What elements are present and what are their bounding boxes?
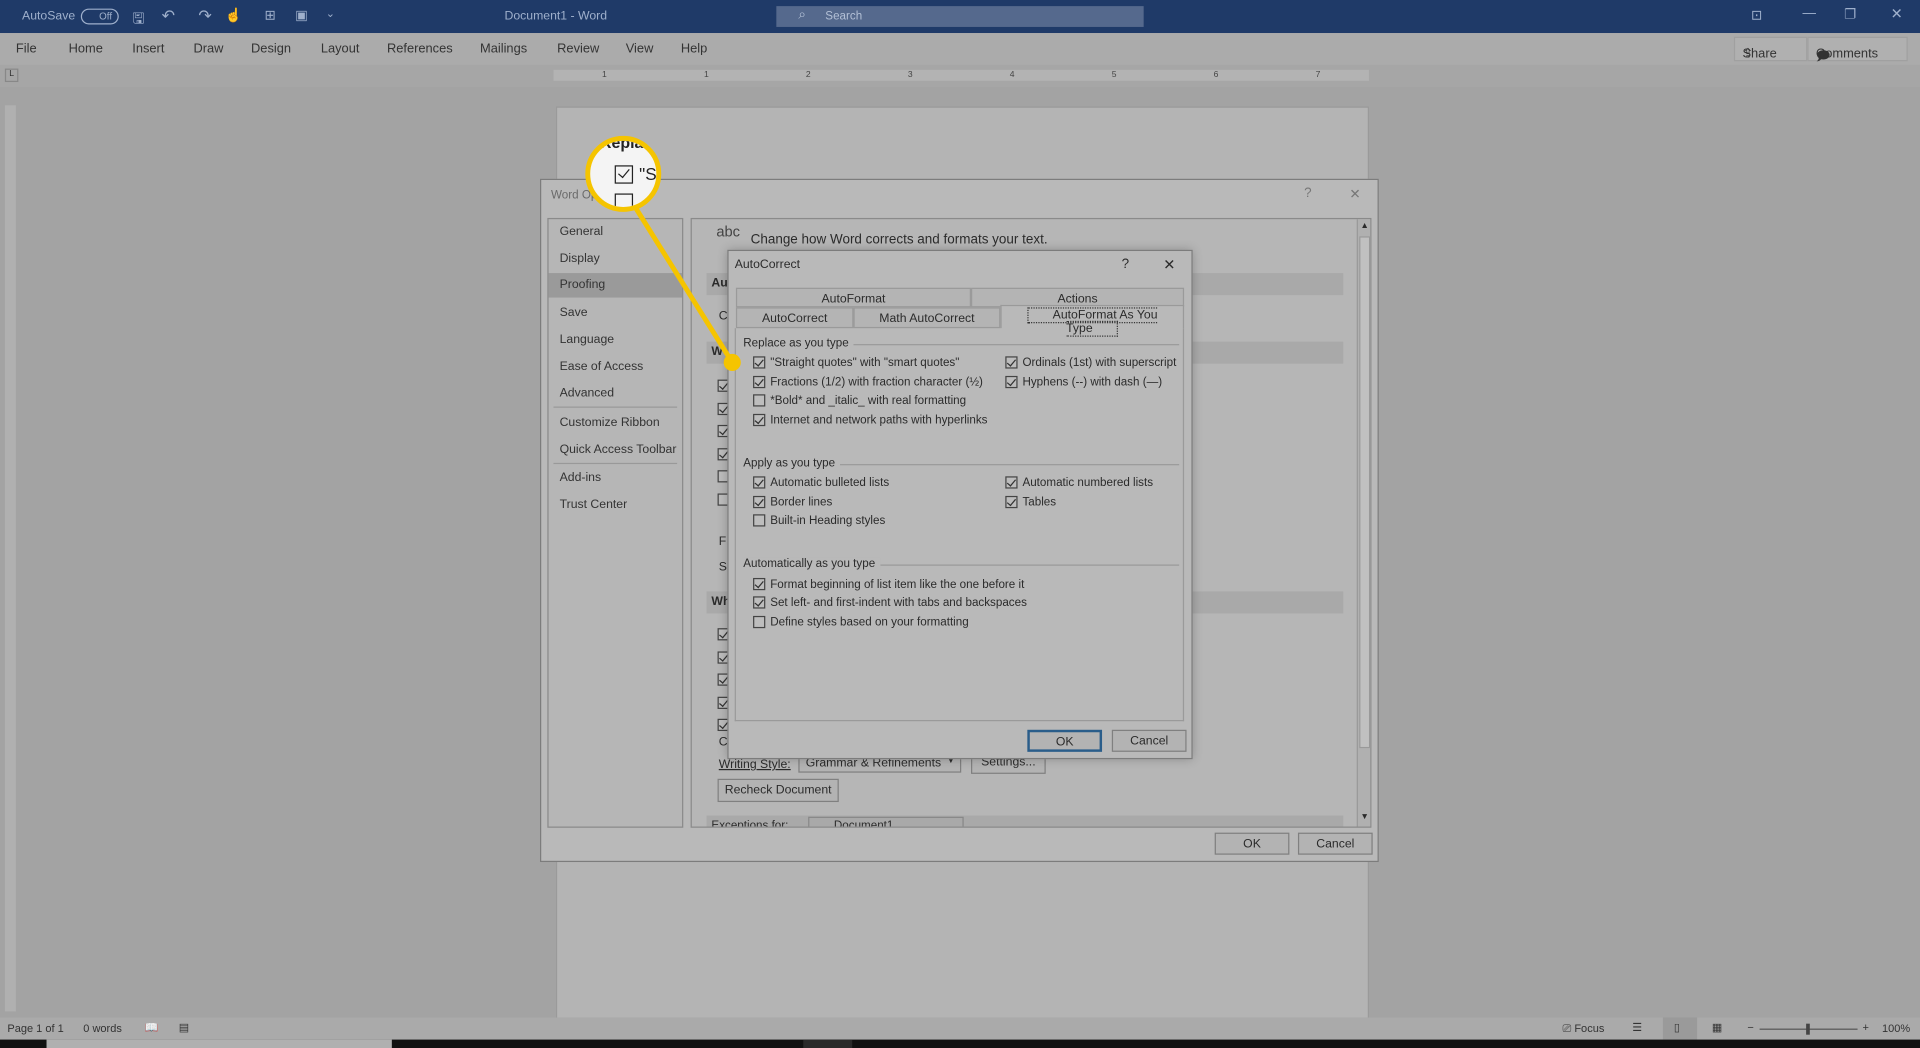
zoom-in-button[interactable]: +	[1862, 1021, 1868, 1033]
callout-checkbox-icon	[614, 165, 634, 184]
taskbar	[0, 1039, 1920, 1048]
group-title: Replace as you type	[743, 336, 854, 351]
web-layout-icon[interactable]: ▦	[1712, 1021, 1722, 1034]
macro-icon[interactable]: ▤	[179, 1021, 189, 1034]
group-title: Apply as you type	[743, 456, 841, 471]
proofing-icon[interactable]: 📖	[144, 1021, 158, 1034]
print-layout-icon[interactable]: ▯	[1662, 1017, 1698, 1040]
zoom-level[interactable]: 100%	[1882, 1022, 1910, 1034]
zoom-slider-thumb[interactable]	[1806, 1023, 1810, 1035]
callout-magnifier: Repla "S	[585, 135, 662, 212]
focus-icon: ⎚	[1562, 1022, 1575, 1035]
callout-checkbox-icon	[614, 193, 634, 207]
focus-button[interactable]: ⎚ Focus	[1562, 1022, 1604, 1035]
word-count[interactable]: 0 words	[83, 1022, 122, 1034]
taskbar-item[interactable]	[803, 1039, 853, 1048]
read-mode-icon[interactable]: ☰	[1632, 1021, 1642, 1034]
callout-line	[632, 204, 741, 372]
focus-label: Focus	[1574, 1022, 1605, 1035]
group-title: Automatically as you type	[743, 557, 881, 571]
page-count[interactable]: Page 1 of 1	[7, 1022, 63, 1034]
callout-item: "S	[639, 164, 657, 184]
taskbar-item[interactable]	[46, 1039, 392, 1048]
zoom-slider[interactable]	[1759, 1023, 1858, 1035]
status-bar: Page 1 of 1 0 words 📖 ▤ ⎚ Focus ☰ ▯ ▦ − …	[0, 1017, 1920, 1040]
zoom-out-button[interactable]: −	[1747, 1021, 1753, 1033]
